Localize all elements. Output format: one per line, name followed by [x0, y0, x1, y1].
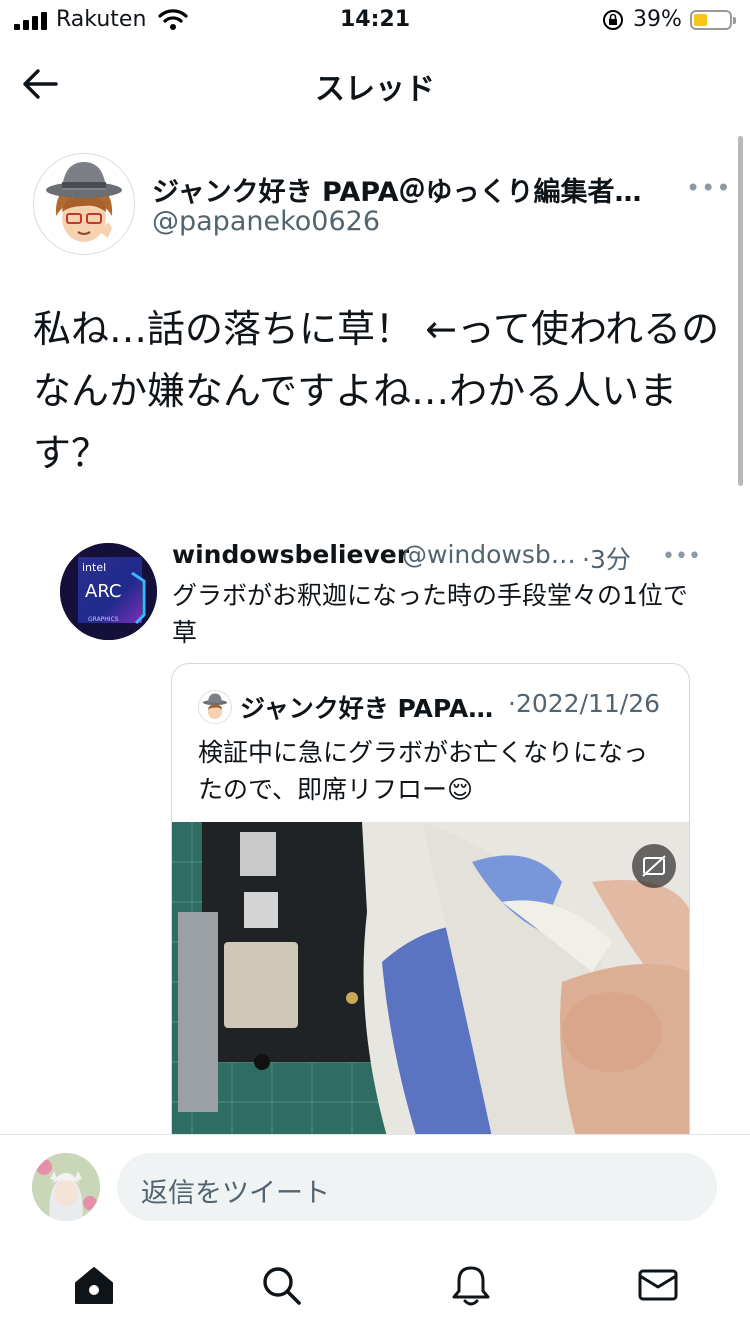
quoted-date: ·2022/11/26	[508, 689, 661, 718]
intel-arc-logo-icon: intel ARC GRAPHICS	[60, 543, 157, 640]
author-avatar-illustration	[34, 154, 134, 254]
page-title: スレッド	[315, 72, 435, 107]
quote-author-name[interactable]: windowsbeliever	[172, 540, 409, 569]
avatar[interactable]: intel ARC GRAPHICS	[60, 543, 157, 640]
quote-timestamp[interactable]: ·3分	[582, 540, 631, 576]
avatar-brand-text: intel	[82, 561, 106, 574]
more-horizontal-icon[interactable]: •••	[686, 174, 731, 202]
quoted-tweet-card[interactable]: ジャンク好き PAPA… ·2022/11/26 検証中に急にグラボがお亡くなり…	[171, 663, 690, 1183]
quote-tweet-text: グラボがお釈迦になった時の手段堂々の1位で草	[172, 581, 688, 647]
bell-icon[interactable]	[449, 1263, 493, 1307]
avatar	[198, 690, 232, 724]
avatar[interactable]	[33, 153, 135, 255]
reply-placeholder: 返信をツイート	[141, 1178, 330, 1209]
author-name[interactable]: ジャンク好き PAPA＠ゆっくり編集者…	[152, 170, 641, 209]
author-handle[interactable]: @papaneko0626	[152, 206, 380, 237]
avatar[interactable]	[32, 1153, 100, 1221]
avatar-product-text: ARC	[85, 581, 122, 602]
status-bar: Rakuten 14:21 39%	[0, 0, 750, 42]
quoted-author-name: ジャンク好き PAPA…	[240, 694, 494, 723]
scrollbar[interactable]	[738, 136, 743, 486]
battery-percent: 39%	[633, 7, 682, 32]
battery-icon	[690, 10, 736, 30]
video-thumbnail	[172, 822, 689, 1182]
tweet-text: 私ね…話の落ちに草！ ←って使われるのなんか嫌なんですよね…わかる人います？	[33, 307, 720, 475]
media-video[interactable]	[172, 822, 689, 1182]
avatar-sub-text: GRAPHICS	[88, 616, 119, 623]
more-horizontal-icon[interactable]: •••	[662, 544, 701, 569]
reply-input[interactable]: 返信をツイート	[117, 1153, 717, 1221]
bottom-bar: 返信をツイート	[0, 1134, 750, 1335]
closed-caption-icon[interactable]	[632, 844, 676, 888]
search-icon[interactable]	[259, 1263, 303, 1307]
quote-author-handle[interactable]: @windowsb…	[402, 540, 576, 569]
quoted-tweet-text: 検証中に急にグラボがお亡くなりになったので、即席リフロー😌	[198, 738, 649, 804]
home-icon[interactable]	[72, 1263, 116, 1307]
mail-icon[interactable]	[636, 1263, 680, 1307]
author-avatar-illustration	[199, 691, 231, 723]
rotation-lock-icon	[603, 10, 623, 30]
user-avatar-illustration	[32, 1153, 100, 1221]
